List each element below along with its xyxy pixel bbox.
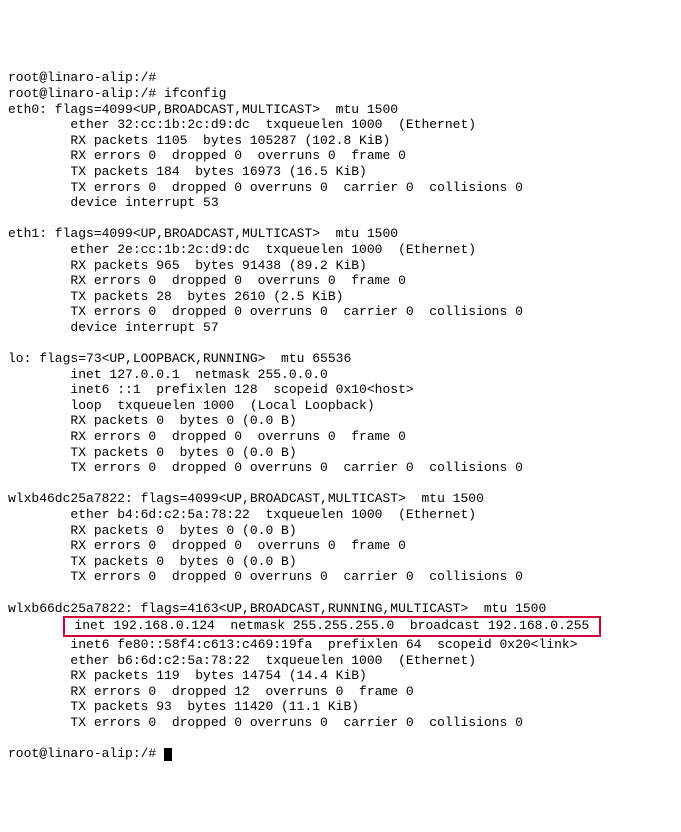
wlxb66-ether: ether b6:6d:c2:5a:78:22 txqueuelen 1000 …	[8, 653, 476, 668]
cursor-icon	[164, 748, 172, 761]
wlxb66-tx-packets: TX packets 93 bytes 11420 (11.1 KiB)	[8, 699, 359, 714]
wlxb46-tx-packets: TX packets 0 bytes 0 (0.0 B)	[8, 554, 297, 569]
eth1-rx-errors: RX errors 0 dropped 0 overruns 0 frame 0	[8, 273, 406, 288]
lo-header: lo: flags=73<UP,LOOPBACK,RUNNING> mtu 65…	[8, 351, 351, 366]
prompt-line-final[interactable]: root@linaro-alip:/#	[8, 746, 164, 761]
wlxb46-rx-packets: RX packets 0 bytes 0 (0.0 B)	[8, 523, 297, 538]
wlxb46-header: wlxb46dc25a7822: flags=4099<UP,BROADCAST…	[8, 491, 484, 506]
eth0-rx-errors: RX errors 0 dropped 0 overruns 0 frame 0	[8, 148, 406, 163]
eth0-header: eth0: flags=4099<UP,BROADCAST,MULTICAST>…	[8, 102, 398, 117]
eth1-tx-errors: TX errors 0 dropped 0 overruns 0 carrier…	[8, 304, 523, 319]
lo-inet6: inet6 ::1 prefixlen 128 scopeid 0x10<hos…	[8, 382, 414, 397]
eth0-tx-packets: TX packets 184 bytes 16973 (16.5 KiB)	[8, 164, 367, 179]
wlxb66-inet-pad	[8, 618, 63, 633]
eth1-interrupt: device interrupt 57	[8, 320, 219, 335]
lo-rx-errors: RX errors 0 dropped 0 overruns 0 frame 0	[8, 429, 406, 444]
wlxb66-inet-highlight: inet 192.168.0.124 netmask 255.255.255.0…	[63, 616, 602, 637]
wlxb46-tx-errors: TX errors 0 dropped 0 overruns 0 carrier…	[8, 569, 523, 584]
eth1-ether: ether 2e:cc:1b:2c:d9:dc txqueuelen 1000 …	[8, 242, 476, 257]
lo-rx-packets: RX packets 0 bytes 0 (0.0 B)	[8, 413, 297, 428]
lo-inet: inet 127.0.0.1 netmask 255.0.0.0	[8, 367, 328, 382]
eth0-interrupt: device interrupt 53	[8, 195, 219, 210]
wlxb46-ether: ether b4:6d:c2:5a:78:22 txqueuelen 1000 …	[8, 507, 476, 522]
eth0-tx-errors: TX errors 0 dropped 0 overruns 0 carrier…	[8, 180, 523, 195]
wlxb66-rx-packets: RX packets 119 bytes 14754 (14.4 KiB)	[8, 668, 367, 683]
lo-tx-packets: TX packets 0 bytes 0 (0.0 B)	[8, 445, 297, 460]
eth0-rx-packets: RX packets 1105 bytes 105287 (102.8 KiB)	[8, 133, 390, 148]
lo-tx-errors: TX errors 0 dropped 0 overruns 0 carrier…	[8, 460, 523, 475]
prompt-line: root@linaro-alip:/#	[8, 70, 156, 85]
wlxb46-rx-errors: RX errors 0 dropped 0 overruns 0 frame 0	[8, 538, 406, 553]
eth1-rx-packets: RX packets 965 bytes 91438 (89.2 KiB)	[8, 258, 367, 273]
wlxb66-header: wlxb66dc25a7822: flags=4163<UP,BROADCAST…	[8, 601, 546, 616]
lo-loop: loop txqueuelen 1000 (Local Loopback)	[8, 398, 375, 413]
eth1-tx-packets: TX packets 28 bytes 2610 (2.5 KiB)	[8, 289, 343, 304]
wlxb66-tx-errors: TX errors 0 dropped 0 overruns 0 carrier…	[8, 715, 523, 730]
eth0-ether: ether 32:cc:1b:2c:d9:dc txqueuelen 1000 …	[8, 117, 476, 132]
eth1-header: eth1: flags=4099<UP,BROADCAST,MULTICAST>…	[8, 226, 398, 241]
wlxb66-inet6: inet6 fe80::58f4:c613:c469:19fa prefixle…	[8, 637, 578, 652]
prompt-command-line: root@linaro-alip:/# ifconfig	[8, 86, 226, 101]
wlxb66-rx-errors: RX errors 0 dropped 12 overruns 0 frame …	[8, 684, 414, 699]
